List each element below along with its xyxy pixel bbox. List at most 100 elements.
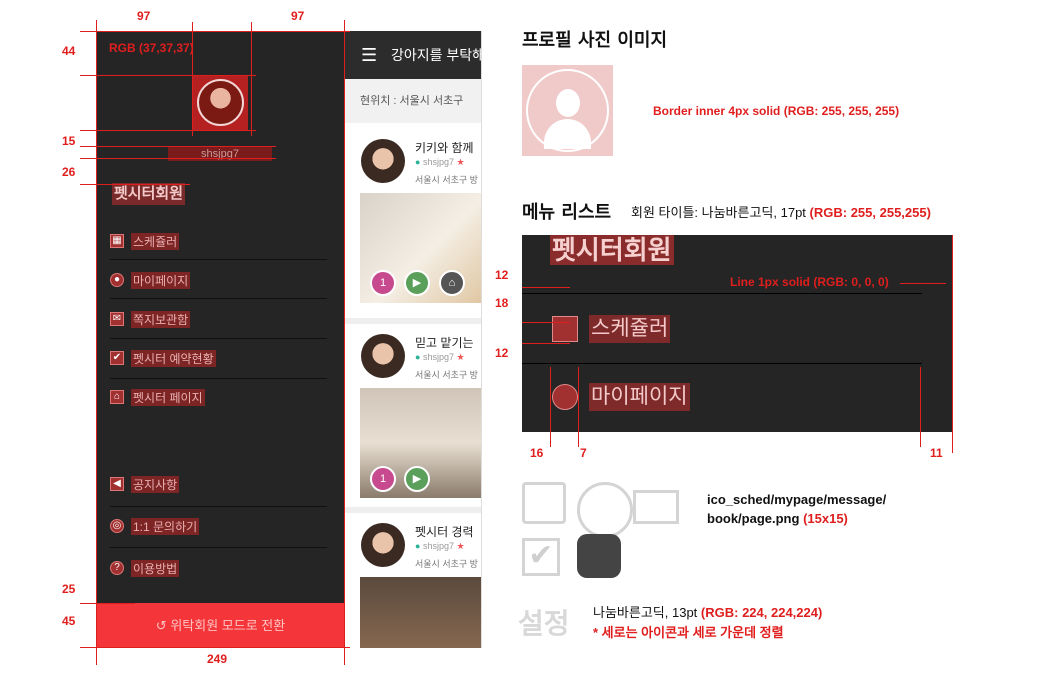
calendar-icon	[552, 316, 578, 342]
menu-item-mypage[interactable]: ● 마이페이지	[110, 270, 191, 290]
menu-item-label: 이용방법	[131, 559, 180, 577]
profile-heading: 프로필 사진 이미지	[522, 30, 668, 51]
hamburger-menu-icon[interactable]: ☰	[361, 31, 377, 79]
dim-label: 249	[207, 652, 228, 666]
list-item[interactable]: 키키와 함께 ● shsjpg7 ★ 서울시 서초구 방 1 ▶ ⌂	[345, 129, 481, 315]
guide-line	[80, 184, 190, 185]
card-title: 펫시터 경력	[415, 525, 474, 539]
guide-line	[522, 343, 570, 344]
member-title: 펫시터회원	[112, 183, 186, 205]
menu-item-messages[interactable]: ✉ 쪽지보관함	[110, 309, 191, 329]
list-item[interactable]: 믿고 맡기는 ● shsjpg7 ★ 서울시 서초구 방 1 ▶	[345, 318, 481, 510]
menu-item-label: 마이페이지	[131, 271, 191, 289]
guide-line	[80, 75, 256, 76]
demo-member-title: 펫시터회원	[550, 235, 674, 265]
app-topbar: ☰ 강아지를 부탁해	[345, 31, 481, 79]
menu-demo: 펫시터회원 스케쥴러 마이페이지	[522, 235, 952, 447]
card-address: 서울시 서초구 방	[415, 370, 478, 380]
dim-label: 18	[495, 296, 509, 310]
menu-divider	[522, 363, 922, 364]
menu-note: 회원 타이틀: 나눔바른고딕, 17pt (RGB: 255, 255,255)	[631, 205, 931, 220]
menu-item-label: 1:1 문의하기	[131, 517, 200, 535]
switch-mode-button[interactable]: ↺ 위탁회원 모드로 전환	[96, 603, 345, 648]
profile-ring	[526, 69, 609, 152]
side-drawer: RGB (37,37,37) shsjpg7 펫시터회원 ▦ 스케쥴러 ● 마이페이…	[96, 31, 345, 648]
dim-label: 7	[580, 446, 587, 460]
switch-mode-label: 위탁회원 모드로 전환	[170, 618, 286, 633]
home-icon: ⌂	[439, 270, 465, 296]
settings-text: 설정	[518, 608, 570, 639]
guide-line	[344, 20, 345, 665]
card-photo	[360, 577, 481, 648]
menu-item-inquiry[interactable]: ◎ 1:1 문의하기	[110, 516, 200, 536]
headset-icon: ◎	[110, 519, 124, 533]
card-user: ● shsjpg7 ★	[415, 157, 465, 167]
guide-line	[80, 603, 135, 604]
card-address: 서울시 서초구 방	[415, 559, 478, 569]
level-badge-icon: 1	[370, 270, 396, 296]
dog-house-icon: ⌂	[110, 390, 124, 404]
bg-color-label: RGB (37,37,37)	[109, 41, 194, 55]
dim-label: 12	[495, 346, 509, 360]
megaphone-icon: ◀	[110, 477, 124, 491]
menu-item-label: 스케쥴러	[131, 232, 180, 250]
dim-label: 97	[137, 9, 151, 23]
level-badge-icon: 1	[370, 466, 396, 492]
play-icon: ▶	[404, 466, 430, 492]
person-icon	[552, 384, 578, 410]
menu-item-notice[interactable]: ◀ 공지사항	[110, 474, 180, 494]
refresh-icon: ↺	[155, 618, 167, 633]
guide-line	[80, 146, 276, 147]
avatar	[361, 334, 405, 378]
dim-label: 44	[62, 44, 76, 58]
guide-line	[80, 130, 256, 131]
guide-line	[80, 31, 350, 32]
guide-line	[251, 22, 252, 136]
dim-label: 97	[291, 9, 305, 23]
menu-item-label: 쪽지보관함	[131, 310, 191, 328]
avatar	[361, 523, 405, 567]
question-icon: ?	[110, 561, 124, 575]
app-screen: ☰ 강아지를 부탁해 현위치 : 서울시 서초구 키키와 함께 ● shsjpg…	[345, 31, 482, 648]
play-icon: ▶	[404, 270, 430, 296]
avatar[interactable]	[193, 75, 248, 130]
dim-label: 25	[62, 582, 76, 596]
dim-label: 45	[62, 614, 76, 628]
guide-line	[522, 322, 570, 323]
menu-divider	[522, 293, 922, 294]
menu-item-scheduler[interactable]: ▦ 스케쥴러	[110, 231, 180, 251]
checkbox-icon: ✔	[110, 351, 124, 365]
border-note: Border inner 4px solid (RGB: 255, 255, 2…	[653, 104, 900, 118]
menu-item-howto[interactable]: ? 이용방법	[110, 558, 180, 578]
guide-line	[192, 22, 193, 136]
guide-line	[96, 20, 97, 665]
dog-house-icon	[577, 534, 621, 578]
menu-item-label: 공지사항	[131, 475, 180, 493]
guide-line	[550, 367, 551, 447]
menu-item-label: 펫시터 페이지	[131, 388, 205, 406]
card-address: 서울시 서초구 방	[415, 175, 478, 185]
card-user: ● shsjpg7 ★	[415, 352, 465, 362]
envelope-icon	[633, 490, 679, 524]
avatar-photo	[197, 79, 244, 126]
menu-divider	[110, 506, 327, 507]
avatar	[361, 139, 405, 183]
menu-item-reservations[interactable]: ✔ 펫시터 예약현황	[110, 348, 216, 368]
calendar-icon	[522, 482, 566, 524]
menu-divider	[110, 338, 327, 339]
mypage-icon	[577, 482, 633, 538]
list-item[interactable]: 펫시터 경력 ● shsjpg7 ★ 서울시 서초구 방	[345, 507, 481, 648]
location-bar[interactable]: 현위치 : 서울시 서초구	[345, 79, 481, 123]
line-note: Line 1px solid (RGB: 0, 0, 0)	[730, 275, 889, 289]
menu-divider	[110, 547, 327, 548]
person-icon: ●	[110, 273, 124, 287]
guide-line	[80, 158, 276, 159]
envelope-icon: ✉	[110, 312, 124, 326]
demo-item-scheduler: 스케쥴러	[552, 315, 671, 343]
guide-line	[522, 287, 570, 288]
menu-heading: 메뉴 리스트	[522, 202, 612, 223]
app-title: 강아지를 부탁해	[391, 47, 482, 63]
guide-line	[80, 647, 350, 648]
menu-item-petsitter-page[interactable]: ⌂ 펫시터 페이지	[110, 387, 205, 407]
icon-file-note: ico_sched/mypage/message/ book/page.png …	[707, 492, 887, 526]
